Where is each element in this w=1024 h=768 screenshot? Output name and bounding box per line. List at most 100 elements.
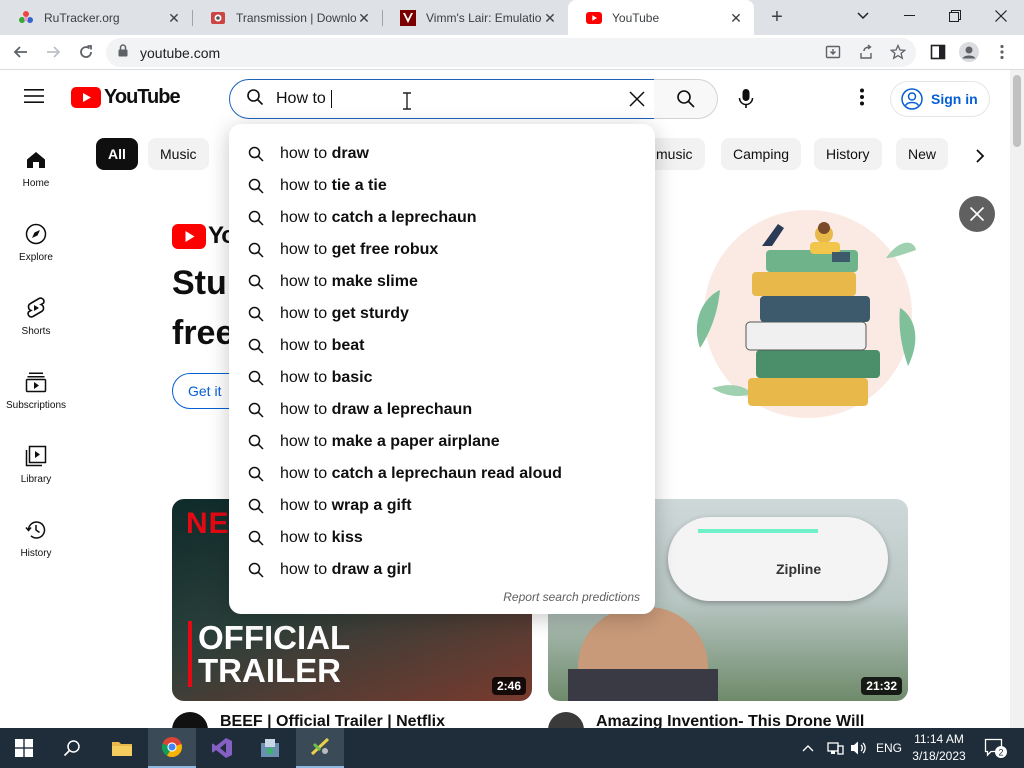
drone-light-strip [698,529,818,533]
sidebar-item-explore[interactable]: Explore [0,202,72,272]
clear-search-icon[interactable] [626,88,648,110]
search-suggestion-item[interactable]: how to draw [229,138,655,170]
sidebar-item-label: Explore [19,252,53,263]
minimize-button[interactable] [886,0,932,32]
url-text: youtube.com [140,44,221,61]
suggestion-completion: draw a girl [331,561,412,578]
search-suggestion-item[interactable]: how to make slime [229,266,655,298]
search-icon [247,305,265,323]
close-window-button[interactable] [978,0,1024,32]
chrome-menu-icon[interactable] [991,41,1013,63]
settings-more-icon[interactable] [850,85,874,109]
close-tab-icon[interactable]: ✕ [356,10,372,26]
taskbar-torrent-app[interactable] [296,728,344,768]
search-suggestion-item[interactable]: how to catch a leprechaun [229,202,655,234]
close-tab-icon[interactable]: ✕ [166,10,182,26]
search-suggestion-item[interactable]: how to kiss [229,522,655,554]
sidebar-item-home[interactable]: Home [0,128,72,198]
search-input[interactable]: How to [229,79,655,119]
search-suggestion-item[interactable]: how to draw a leprechaun [229,394,655,426]
volume-icon[interactable] [850,728,868,768]
suggestion-completion: beat [331,337,365,354]
search-suggestion-item[interactable]: how to wrap a gift [229,490,655,522]
tab-transmission[interactable]: Transmission | Downloa ✕ [192,0,382,35]
page-scrollbar-thumb[interactable] [1013,75,1021,147]
windows-taskbar: ENG 11:14 AM 3/18/2023 2 [0,728,1024,768]
taskbar-search-button[interactable] [48,728,96,768]
home-icon [24,148,48,172]
new-tab-button[interactable]: + [766,6,788,28]
voice-search-button[interactable] [728,81,764,117]
search-suggestion-item[interactable]: how to beat [229,330,655,362]
input-language-indicator[interactable]: ENG [876,728,902,768]
transmission-icon [210,10,226,26]
torrent-client-icon [310,737,330,756]
chip-camping[interactable]: Camping [721,138,802,170]
youtube-play-logo-icon [71,87,101,108]
install-app-icon[interactable] [822,41,844,63]
tab-youtube[interactable]: YouTube ✕ [568,0,754,35]
tab-vimms-lair[interactable]: Vimm's Lair: Emulation ✕ [382,0,568,35]
chip-music[interactable]: Music [148,138,209,170]
report-search-predictions-link[interactable]: Report search predictions [503,590,640,604]
taskbar-file-explorer[interactable] [98,728,146,768]
network-icon[interactable] [826,728,844,768]
search-icon [247,497,265,515]
sidebar-item-history[interactable]: History [0,498,72,568]
search-suggestion-item[interactable]: how to get sturdy [229,298,655,330]
profile-avatar-icon[interactable] [958,41,980,63]
tab-search-chevron-icon[interactable] [840,0,886,32]
taskbar-clock[interactable]: 11:14 AM 3/18/2023 [904,731,974,765]
share-icon[interactable] [855,41,877,63]
banner-close-button[interactable] [959,196,995,232]
chip-all[interactable]: All [96,138,138,170]
thumbnail-text-trailer: TRAILER [198,652,341,689]
suggestion-prefix: how to [280,497,332,514]
search-suggestion-item[interactable]: how to catch a leprechaun read aloud [229,458,655,490]
folder-icon [112,742,132,756]
page-scrollbar-track[interactable] [1010,70,1024,728]
search-suggestion-item[interactable]: how to draw a girl [229,554,655,586]
sidebar-item-library[interactable]: Library [0,424,72,494]
youtube-logo[interactable]: YouTube [71,86,181,109]
lock-icon[interactable] [118,43,128,62]
search-suggestion-item[interactable]: how to get free robux [229,234,655,266]
suggestion-prefix: how to [280,465,332,482]
chevron-right-icon[interactable] [968,144,992,168]
reload-icon[interactable] [75,41,97,63]
taskbar-visual-studio[interactable] [198,728,246,768]
sign-in-button[interactable]: Sign in [890,81,990,117]
sidebar-item-subscriptions[interactable]: Subscriptions [0,350,72,420]
tab-rutracker[interactable]: RuTracker.org ✕ [0,0,192,35]
banner-headline-line-2: free [172,314,235,352]
taskbar-app-installer[interactable] [246,728,294,768]
chip-new[interactable]: New [896,138,949,170]
windows-logo-icon [15,739,33,757]
show-hidden-icons-chevron-icon[interactable] [802,728,814,768]
close-tab-icon[interactable]: ✕ [542,10,558,26]
close-tab-icon[interactable]: ✕ [728,10,744,26]
search-suggestion-item[interactable]: how to basic [229,362,655,394]
back-arrow-icon[interactable] [10,41,32,63]
search-button[interactable] [654,79,718,119]
start-button[interactable] [0,728,48,768]
search-query-text: How to [276,89,333,108]
restore-button[interactable] [932,0,978,32]
search-icon [247,465,265,483]
suggestion-prefix: how to [280,529,332,546]
bookmark-star-icon[interactable] [887,41,909,63]
sidebar-item-shorts[interactable]: Shorts [0,276,72,346]
search-suggestion-item[interactable]: how to make a paper airplane [229,426,655,458]
tab-title: Vimm's Lair: Emulation [426,10,542,25]
suggestion-prefix: how to [280,369,332,386]
action-center-button[interactable]: 2 [984,728,1008,768]
search-suggestion-item[interactable]: how to tie a tie [229,170,655,202]
forward-arrow-icon[interactable] [42,41,64,63]
search-suggestions-dropdown: how to draw how to tie a tie how to catch … [229,124,655,614]
address-bar[interactable]: youtube.com [106,38,916,67]
hamburger-menu-icon[interactable] [24,88,48,108]
taskbar-chrome[interactable] [148,728,196,768]
side-panel-icon[interactable] [927,41,949,63]
chip-history[interactable]: History [814,138,882,170]
suggestion-prefix: how to [280,241,332,258]
